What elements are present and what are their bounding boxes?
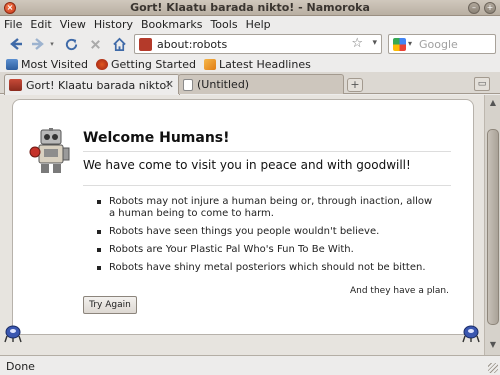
- url-dropdown-icon[interactable]: ▾: [372, 38, 377, 48]
- maximize-window-button[interactable]: +: [484, 2, 496, 14]
- page-subheading: We have come to visit you in peace and w…: [83, 158, 411, 172]
- search-engine-dropdown-icon[interactable]: ▾: [408, 39, 412, 48]
- status-text: Done: [6, 360, 35, 373]
- search-bar[interactable]: ▾: [388, 34, 496, 54]
- rss-feed-icon: [204, 58, 216, 70]
- url-input[interactable]: [157, 37, 347, 51]
- scrollbar-thumb[interactable]: [487, 129, 499, 325]
- reload-icon: [65, 38, 77, 50]
- bookmark-label: Most Visited: [21, 57, 88, 71]
- list-item: Robots have shiny metal posteriors which…: [97, 262, 437, 274]
- menu-tools[interactable]: Tools: [210, 18, 237, 31]
- stop-icon: [90, 39, 100, 49]
- close-tab-icon[interactable]: ✕: [165, 78, 174, 91]
- search-input[interactable]: [419, 37, 493, 51]
- bookmark-star-icon[interactable]: ☆: [351, 36, 363, 51]
- menu-edit[interactable]: Edit: [30, 18, 51, 31]
- forward-arrow-icon: [32, 38, 44, 50]
- robots-card: Welcome Humans! We have come to visit yo…: [12, 99, 474, 335]
- robot-rules-list: Robots may not injure a human being or, …: [97, 196, 437, 280]
- home-icon: [112, 37, 126, 51]
- home-button[interactable]: [110, 34, 128, 54]
- tab-untitled[interactable]: (Untitled): [178, 74, 344, 94]
- list-item: Robots may not injure a human being or, …: [97, 196, 437, 220]
- forward-button[interactable]: [28, 34, 48, 54]
- lander-right-icon: [462, 325, 480, 343]
- blank-page-icon: [183, 78, 193, 91]
- menu-bookmarks[interactable]: Bookmarks: [141, 18, 202, 31]
- resize-grip-icon[interactable]: [488, 363, 498, 373]
- status-bar: Done: [0, 355, 500, 375]
- bookmarks-toolbar: Most Visited Getting Started Latest Head…: [0, 56, 500, 72]
- minimize-window-button[interactable]: –: [468, 2, 480, 14]
- list-item: Robots are Your Plastic Pal Who's Fun To…: [97, 244, 437, 256]
- history-dropdown-button[interactable]: ▾: [48, 34, 56, 54]
- scroll-down-icon[interactable]: ▼: [487, 339, 499, 351]
- menu-bar: File Edit View History Bookmarks Tools H…: [0, 16, 500, 32]
- list-item: Robots have seen things you people would…: [97, 226, 437, 238]
- address-bar[interactable]: ☆ ▾: [134, 34, 382, 54]
- back-arrow-icon: [10, 38, 22, 50]
- list-all-tabs-button[interactable]: ▭: [474, 77, 490, 91]
- tab-bar: Gort! Klaatu barada nikto! ✕ (Untitled) …: [0, 72, 500, 95]
- bookmark-getting-started[interactable]: Getting Started: [95, 57, 196, 71]
- page-content: Welcome Humans! We have come to visit yo…: [0, 95, 484, 355]
- window-title: Gort! Klaatu barada nikto! - Namoroka: [130, 1, 370, 14]
- vertical-scrollbar[interactable]: ▲ ▼: [484, 95, 500, 355]
- try-again-button[interactable]: Try Again: [83, 296, 137, 314]
- heading-divider: [83, 151, 451, 152]
- navigation-toolbar: ▾ ☆ ▾ ▾: [0, 32, 500, 56]
- menu-view[interactable]: View: [60, 18, 86, 31]
- subheading-divider: [83, 185, 451, 186]
- reload-button[interactable]: [62, 34, 80, 54]
- bookmark-label: Getting Started: [110, 57, 196, 71]
- bookmark-label: Latest Headlines: [219, 57, 311, 71]
- firefox-page-icon: [95, 58, 108, 70]
- bookmark-most-visited[interactable]: Most Visited: [6, 58, 88, 71]
- tab-robots[interactable]: Gort! Klaatu barada nikto! ✕: [4, 74, 180, 95]
- new-tab-button[interactable]: +: [347, 78, 363, 92]
- tab-label: Gort! Klaatu barada nikto!: [26, 78, 171, 92]
- robot-tab-icon: [9, 79, 22, 91]
- folder-icon: [6, 58, 18, 70]
- robot-illustration: [29, 128, 70, 173]
- tab-label: (Untitled): [197, 78, 250, 91]
- lander-left-icon: [4, 325, 22, 343]
- scroll-up-icon[interactable]: ▲: [487, 97, 499, 109]
- page-heading: Welcome Humans!: [83, 130, 230, 146]
- stop-button[interactable]: [86, 34, 104, 54]
- menu-help[interactable]: Help: [246, 18, 271, 31]
- menu-history[interactable]: History: [94, 18, 133, 31]
- plan-text: And they have a plan.: [349, 286, 449, 296]
- robot-favicon-icon: [139, 38, 152, 51]
- google-engine-icon[interactable]: [393, 38, 406, 51]
- bookmark-latest-headlines[interactable]: Latest Headlines: [204, 58, 311, 71]
- back-button[interactable]: [6, 34, 26, 54]
- title-bar: × Gort! Klaatu barada nikto! - Namoroka …: [0, 0, 500, 16]
- menu-file[interactable]: File: [4, 18, 22, 31]
